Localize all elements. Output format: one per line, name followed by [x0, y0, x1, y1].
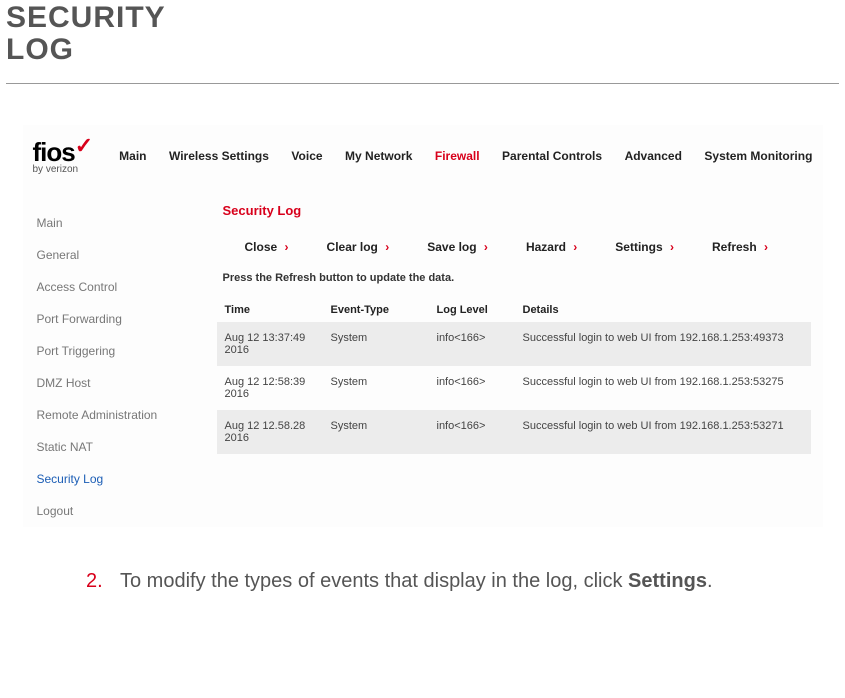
action-bar: Close › Clear log › Save log › Hazard › …	[245, 240, 811, 254]
settings-label: Settings	[615, 240, 662, 254]
col-event-type: Event-Type	[323, 298, 429, 322]
sidebar: Main General Access Control Port Forward…	[23, 203, 217, 527]
sidebar-item-dmz-host[interactable]: DMZ Host	[37, 367, 217, 399]
nav-my-network[interactable]: My Network	[345, 149, 412, 163]
chevron-right-icon: ›	[570, 240, 577, 254]
log-table: Time Event-Type Log Level Details Aug 12…	[217, 298, 811, 454]
doc-title-line1: SECURITY	[6, 1, 166, 34]
cell-type: System	[323, 410, 429, 454]
cell-time: Aug 12 12:58:39 2016	[217, 366, 323, 410]
cell-details: Successful login to web UI from 192.168.…	[515, 322, 811, 366]
cell-type: System	[323, 366, 429, 410]
nav-firewall[interactable]: Firewall	[435, 149, 480, 163]
hazard-label: Hazard	[526, 240, 566, 254]
cell-time: Aug 12 13:37:49 2016	[217, 322, 323, 366]
close-label: Close	[245, 240, 278, 254]
nav-voice[interactable]: Voice	[291, 149, 322, 163]
checkmark-icon: ✓	[75, 133, 93, 158]
refresh-label: Refresh	[712, 240, 757, 254]
sidebar-item-security-log[interactable]: Security Log	[37, 463, 217, 495]
sidebar-item-general[interactable]: General	[37, 239, 217, 271]
sidebar-item-main[interactable]: Main	[37, 207, 217, 239]
panel-title: Security Log	[223, 203, 811, 218]
sidebar-item-port-triggering[interactable]: Port Triggering	[37, 335, 217, 367]
col-time: Time	[217, 298, 323, 322]
step-number: 2.	[86, 568, 106, 595]
settings-button[interactable]: Settings ›	[615, 240, 674, 254]
save-log-button[interactable]: Save log ›	[427, 240, 488, 254]
router-ui-screenshot: fios✓ by verizon Main Wireless Settings …	[22, 124, 824, 528]
nav-parental-controls[interactable]: Parental Controls	[502, 149, 602, 163]
cell-level: info<166>	[429, 366, 515, 410]
logo-text: fios	[33, 137, 75, 167]
refresh-button[interactable]: Refresh ›	[712, 240, 768, 254]
divider	[6, 83, 839, 84]
header-bar: fios✓ by verizon Main Wireless Settings …	[23, 125, 823, 181]
cell-time: Aug 12 12.58.28 2016	[217, 410, 323, 454]
fios-logo: fios✓ by verizon	[33, 137, 94, 175]
close-button[interactable]: Close ›	[245, 240, 289, 254]
cell-level: info<166>	[429, 322, 515, 366]
nav-wireless-settings[interactable]: Wireless Settings	[169, 149, 269, 163]
doc-title-line2: LOG	[6, 33, 74, 66]
col-details: Details	[515, 298, 811, 322]
cell-details: Successful login to web UI from 192.168.…	[515, 366, 811, 410]
doc-title: SECURITY LOG	[6, 2, 839, 65]
step-text-pre: To modify the types of events that displ…	[120, 570, 628, 592]
sidebar-item-port-forwarding[interactable]: Port Forwarding	[37, 303, 217, 335]
main-panel: Security Log Close › Clear log › Save lo…	[217, 203, 823, 468]
sidebar-item-remote-admin[interactable]: Remote Administration	[37, 399, 217, 431]
table-header-row: Time Event-Type Log Level Details	[217, 298, 811, 322]
content-body: Main General Access Control Port Forward…	[23, 203, 823, 527]
instruction-step: 2. To modify the types of events that di…	[86, 568, 809, 595]
clear-log-button[interactable]: Clear log ›	[327, 240, 390, 254]
nav-advanced[interactable]: Advanced	[625, 149, 682, 163]
chevron-right-icon: ›	[281, 240, 288, 254]
sidebar-item-static-nat[interactable]: Static NAT	[37, 431, 217, 463]
chevron-right-icon: ›	[761, 240, 768, 254]
table-row: Aug 12 12:58:39 2016 System info<166> Su…	[217, 366, 811, 410]
table-row: Aug 12 12.58.28 2016 System info<166> Su…	[217, 410, 811, 454]
hazard-button[interactable]: Hazard ›	[526, 240, 577, 254]
table-row: Aug 12 13:37:49 2016 System info<166> Su…	[217, 322, 811, 366]
sidebar-item-access-control[interactable]: Access Control	[37, 271, 217, 303]
sidebar-item-logout[interactable]: Logout	[37, 495, 217, 527]
chevron-right-icon: ›	[481, 240, 488, 254]
nav-main[interactable]: Main	[119, 149, 146, 163]
nav-system-monitoring[interactable]: System Monitoring	[704, 149, 812, 163]
cell-details: Successful login to web UI from 192.168.…	[515, 410, 811, 454]
step-text: To modify the types of events that displ…	[120, 568, 713, 595]
clear-log-label: Clear log	[327, 240, 378, 254]
step-text-bold: Settings	[628, 570, 707, 592]
cell-level: info<166>	[429, 410, 515, 454]
col-log-level: Log Level	[429, 298, 515, 322]
cell-type: System	[323, 322, 429, 366]
chevron-right-icon: ›	[667, 240, 674, 254]
main-nav: Main Wireless Settings Voice My Network …	[111, 149, 812, 163]
refresh-hint: Press the Refresh button to update the d…	[223, 272, 811, 284]
chevron-right-icon: ›	[382, 240, 389, 254]
step-text-post: .	[707, 570, 713, 592]
save-log-label: Save log	[427, 240, 476, 254]
logo-byline: by verizon	[33, 164, 94, 175]
